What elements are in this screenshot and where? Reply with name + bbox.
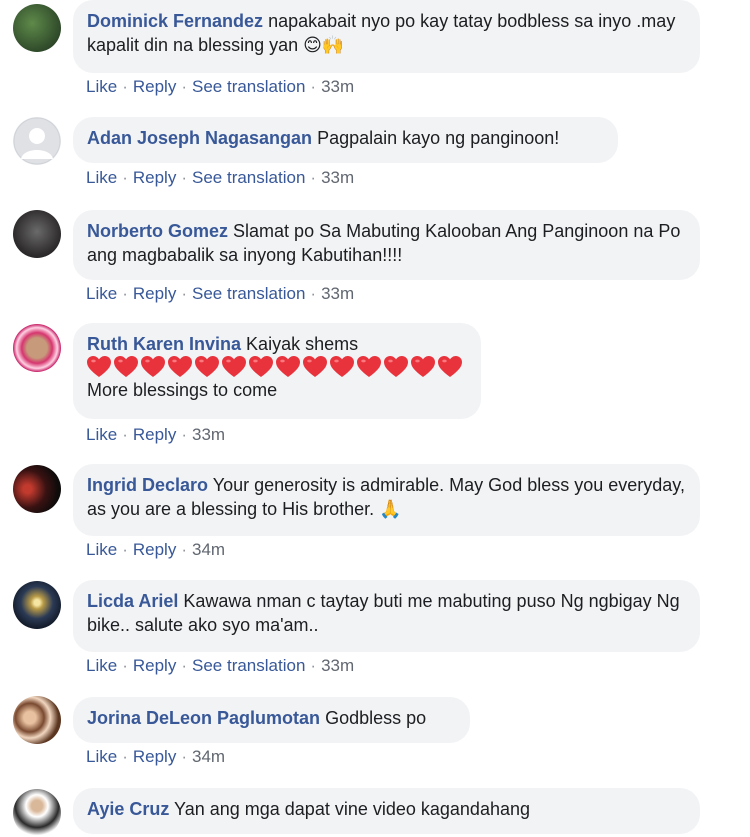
comment-actions: Like · Reply · 34m	[86, 747, 226, 766]
comment-bubble: Licda Ariel Kawawa nman c taytay buti me…	[73, 580, 700, 652]
reply-link[interactable]: Reply	[133, 284, 176, 303]
comment-author[interactable]: Norberto Gomez	[87, 221, 228, 241]
like-link[interactable]: Like	[86, 747, 117, 766]
comment-text: Yan ang mga dapat vine video kagandahang	[174, 799, 530, 819]
comment-actions: Like · Reply · See translation · 33m	[86, 284, 355, 303]
avatar[interactable]	[13, 465, 61, 513]
reply-link[interactable]: Reply	[133, 540, 176, 559]
heart-emoji-icon	[438, 356, 462, 377]
comment-author[interactable]: Ingrid Declaro	[87, 475, 208, 495]
comment-bubble: Dominick Fernandez napakabait nyo po kay…	[73, 0, 700, 73]
heart-emoji-icon	[249, 356, 273, 377]
comment-author[interactable]: Ruth Karen Invina	[87, 334, 241, 354]
avatar[interactable]	[13, 696, 61, 744]
heart-emoji-icon	[357, 356, 381, 377]
comment-actions: Like · Reply · 33m	[86, 425, 226, 444]
reply-link[interactable]: Reply	[133, 425, 176, 444]
comment-actions: Like · Reply · See translation · 33m	[86, 656, 355, 675]
heart-emoji-icon	[114, 356, 138, 377]
avatar[interactable]	[13, 789, 61, 837]
comment-actions: Like · Reply · 34m	[86, 540, 226, 559]
comment-bubble: Ayie Cruz Yan ang mga dapat vine video k…	[73, 788, 700, 834]
like-link[interactable]: Like	[86, 540, 117, 559]
see-translation-link[interactable]: See translation	[192, 77, 305, 96]
reply-link[interactable]: Reply	[133, 656, 176, 675]
comment-bubble: Ruth Karen Invina Kaiyak shems More bles…	[73, 323, 481, 419]
comment-author[interactable]: Adan Joseph Nagasangan	[87, 128, 312, 148]
reply-link[interactable]: Reply	[133, 168, 176, 187]
see-translation-link[interactable]: See translation	[192, 656, 305, 675]
avatar[interactable]	[13, 581, 61, 629]
reply-link[interactable]: Reply	[133, 77, 176, 96]
like-link[interactable]: Like	[86, 656, 117, 675]
comment-text: Godbless po	[325, 708, 427, 728]
heart-emoji-icon	[222, 356, 246, 377]
comment-timestamp[interactable]: 34m	[192, 747, 225, 766]
default-avatar-icon	[13, 117, 61, 165]
heart-emojis	[87, 356, 467, 378]
comment-actions: Like · Reply · See translation · 33m	[86, 77, 355, 96]
comment-timestamp[interactable]: 34m	[192, 540, 225, 559]
reply-link[interactable]: Reply	[133, 747, 176, 766]
heart-emoji-icon	[141, 356, 165, 377]
heart-emoji-icon	[168, 356, 192, 377]
comment-author[interactable]: Licda Ariel	[87, 591, 178, 611]
heart-emoji-icon	[411, 356, 435, 377]
comment-bubble: Ingrid Declaro Your generosity is admira…	[73, 464, 700, 536]
comment-timestamp[interactable]: 33m	[321, 168, 354, 187]
comment-timestamp[interactable]: 33m	[192, 425, 225, 444]
like-link[interactable]: Like	[86, 284, 117, 303]
like-link[interactable]: Like	[86, 425, 117, 444]
see-translation-link[interactable]: See translation	[192, 284, 305, 303]
comment-timestamp[interactable]: 33m	[321, 284, 354, 303]
comment-text-line2: More blessings to come	[87, 380, 278, 400]
heart-emoji-icon	[195, 356, 219, 377]
avatar[interactable]	[13, 324, 61, 372]
comment-author[interactable]: Dominick Fernandez	[87, 11, 263, 31]
comment-bubble: Jorina DeLeon Paglumotan Godbless po	[73, 697, 470, 743]
comment-text: Pagpalain kayo ng panginoon!	[317, 128, 560, 148]
avatar[interactable]	[13, 4, 61, 52]
comment-text: Kaiyak shems	[246, 334, 359, 354]
comment-bubble: Adan Joseph Nagasangan Pagpalain kayo ng…	[73, 117, 618, 163]
like-link[interactable]: Like	[86, 168, 117, 187]
comment-author[interactable]: Ayie Cruz	[87, 799, 169, 819]
heart-emoji-icon	[330, 356, 354, 377]
heart-emoji-icon	[384, 356, 408, 377]
heart-emoji-icon	[276, 356, 300, 377]
avatar[interactable]	[13, 117, 61, 165]
comment-actions: Like · Reply · See translation · 33m	[86, 168, 355, 187]
heart-emoji-icon	[87, 356, 111, 377]
avatar[interactable]	[13, 210, 61, 258]
see-translation-link[interactable]: See translation	[192, 168, 305, 187]
comment-timestamp[interactable]: 33m	[321, 656, 354, 675]
comment-timestamp[interactable]: 33m	[321, 77, 354, 96]
comment-bubble: Norberto Gomez Slamat po Sa Mabuting Kal…	[73, 210, 700, 280]
comment-author[interactable]: Jorina DeLeon Paglumotan	[87, 708, 320, 728]
like-link[interactable]: Like	[86, 77, 117, 96]
heart-emoji-icon	[303, 356, 327, 377]
